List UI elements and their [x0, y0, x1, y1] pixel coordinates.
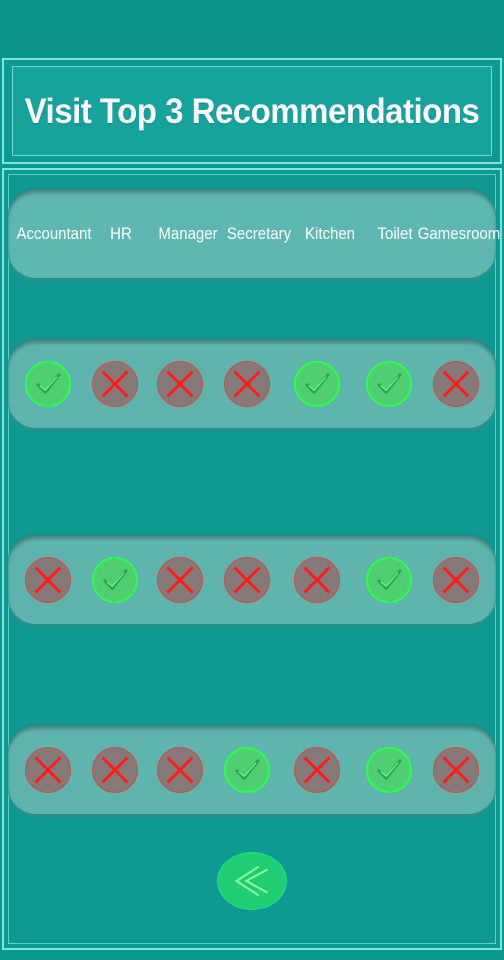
column-label-secretary: Secretary	[226, 224, 292, 244]
column-label-hr: HR	[110, 224, 132, 244]
column-header-bar: Accountant HR Manager Secretary Kitchen …	[8, 190, 500, 278]
cross-icon	[101, 756, 129, 784]
status-gamesroom-row-2	[433, 557, 479, 603]
column-label-kitchen: Kitchen	[304, 224, 356, 244]
status-accountant-row-1	[25, 361, 71, 407]
status-hr-row-3	[92, 747, 138, 793]
status-toilet-row-3	[366, 747, 412, 793]
checkmark-icon	[377, 569, 402, 590]
status-secretary-row-1	[224, 361, 270, 407]
checkmark-icon	[305, 373, 330, 394]
cross-icon	[166, 370, 194, 398]
bottom-band	[0, 950, 504, 960]
checkmark-icon	[36, 373, 61, 394]
status-hr-row-2	[92, 557, 138, 603]
header-panel: Visit Top 3 Recommendations	[12, 66, 492, 156]
status-gamesroom-row-3	[433, 747, 479, 793]
status-toilet-row-2	[366, 557, 412, 603]
status-manager-row-3	[157, 747, 203, 793]
status-accountant-row-2	[25, 557, 71, 603]
status-kitchen-row-3	[294, 747, 340, 793]
cross-icon	[442, 370, 470, 398]
page-title: Visit Top 3 Recommendations	[24, 90, 480, 131]
status-kitchen-row-2	[294, 557, 340, 603]
double-chevron-left-icon	[234, 865, 268, 897]
column-label-manager: Manager	[158, 224, 218, 244]
recommendation-row-1	[8, 340, 496, 428]
column-label-toilet: Toilet	[377, 224, 413, 244]
cross-icon	[166, 756, 194, 784]
status-manager-row-1	[157, 361, 203, 407]
checkmark-icon	[235, 759, 260, 780]
checkmark-icon	[377, 373, 402, 394]
status-toilet-row-1	[366, 361, 412, 407]
recommendation-row-3	[8, 726, 496, 814]
status-manager-row-2	[157, 557, 203, 603]
status-hr-row-1	[92, 361, 138, 407]
cross-icon	[101, 370, 129, 398]
cross-icon	[233, 370, 261, 398]
status-secretary-row-3	[224, 747, 270, 793]
cross-icon	[233, 566, 261, 594]
top-band	[0, 0, 504, 58]
cross-icon	[303, 756, 331, 784]
status-kitchen-row-1	[294, 361, 340, 407]
cross-icon	[34, 756, 62, 784]
column-label-accountant: Accountant	[16, 224, 92, 244]
status-secretary-row-2	[224, 557, 270, 603]
status-accountant-row-3	[25, 747, 71, 793]
cross-icon	[303, 566, 331, 594]
recommendation-row-2	[8, 536, 496, 624]
status-gamesroom-row-1	[433, 361, 479, 407]
checkmark-icon	[103, 569, 128, 590]
back-button[interactable]	[217, 852, 287, 910]
checkmark-icon	[377, 759, 402, 780]
header: Visit Top 3 Recommendations	[2, 58, 502, 164]
cross-icon	[34, 566, 62, 594]
cross-icon	[166, 566, 194, 594]
column-label-gamesroom: Gamesroom	[417, 224, 501, 244]
cross-icon	[442, 566, 470, 594]
cross-icon	[442, 756, 470, 784]
